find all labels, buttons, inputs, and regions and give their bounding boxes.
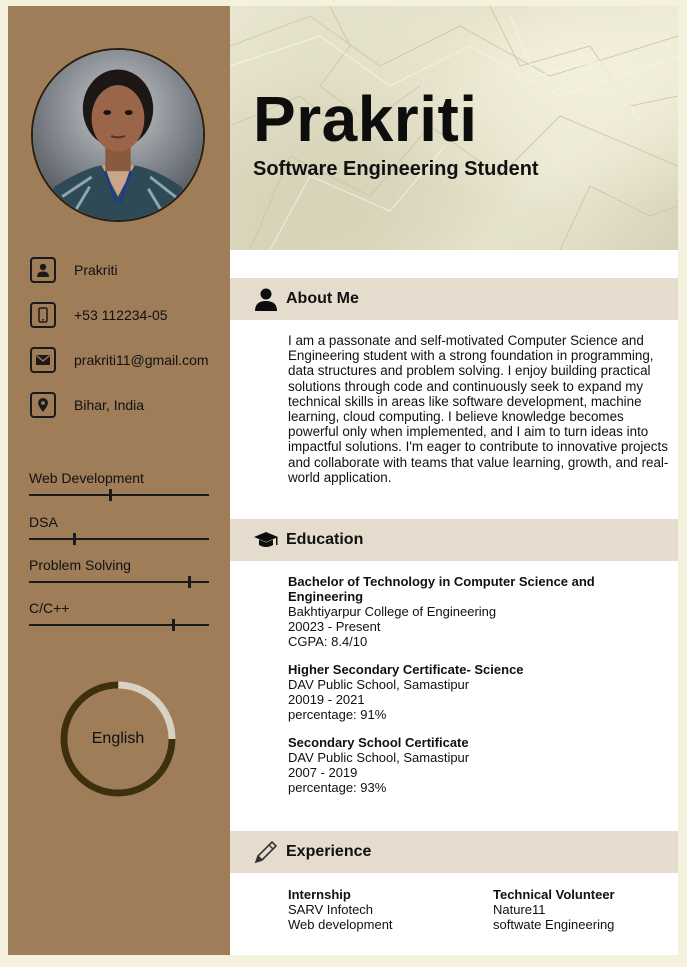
- profile-photo: [31, 48, 205, 222]
- contact-email-row: prakriti11@gmail.com: [30, 347, 226, 373]
- education-degree: Higher Secondary Certificate- Science: [288, 662, 524, 677]
- education-school: DAV Public School, Samastipur: [288, 750, 470, 765]
- skill-track: [29, 538, 209, 540]
- education-score: percentage: 93%: [288, 780, 387, 795]
- contact-phone: +53 112234-05: [74, 307, 168, 323]
- person-icon: [253, 286, 279, 312]
- skill-level-marker: [187, 576, 191, 588]
- about-text: I am a passonate and self-motivated Comp…: [288, 333, 669, 485]
- pencil-icon: [253, 839, 279, 865]
- experience-org: Nature11: [493, 902, 546, 917]
- experience-detail: Web development: [288, 917, 393, 932]
- user-icon: [30, 257, 56, 283]
- phone-icon: [30, 302, 56, 328]
- skill-track: [29, 494, 209, 496]
- skill-c-cpp: C/C++: [29, 600, 209, 631]
- skill-problem-solving: Problem Solving: [29, 557, 209, 588]
- education-years: 20019 - 2021: [288, 692, 365, 707]
- profile-photo-illustration: [33, 50, 203, 220]
- skill-label: Problem Solving: [29, 557, 131, 573]
- contact-location: Bihar, India: [74, 397, 145, 413]
- contact-phone-row: +53 112234-05: [30, 302, 226, 328]
- contact-name-row: Prakriti: [30, 257, 226, 283]
- header-banner: Prakriti Software Engineering Student: [230, 6, 678, 250]
- about-section-header: About Me: [230, 278, 678, 320]
- education-school: Bakhtiyarpur College of Engineering: [288, 604, 497, 619]
- experience-org: SARV Infotech: [288, 902, 374, 917]
- profile-name: Prakriti: [253, 83, 478, 155]
- education-section-header: Education: [230, 519, 678, 561]
- main-content: Prakriti Software Engineering Student Ab…: [230, 6, 678, 955]
- sidebar: Prakriti +53 112234-05 prakriti11@gmail.…: [8, 6, 230, 955]
- skill-label: C/C++: [29, 600, 70, 616]
- education-years: 2007 - 2019: [288, 765, 358, 780]
- profile-role: Software Engineering Student: [253, 158, 539, 180]
- experience-section-title: Experience: [286, 843, 372, 860]
- skill-dsa: DSA: [29, 514, 209, 545]
- graduation-cap-icon: [253, 527, 279, 553]
- skill-track: [29, 624, 209, 626]
- education-degree: Secondary School Certificate: [288, 735, 469, 750]
- experience-entry: Technical Volunteer Nature11 softwate En…: [493, 887, 678, 932]
- skill-level-marker: [72, 533, 76, 545]
- skill-level-marker: [171, 619, 175, 631]
- map-pin-icon: [30, 392, 56, 418]
- education-entry: Bachelor of Technology in Computer Scien…: [288, 574, 628, 649]
- experience-section-header: Experience: [230, 831, 678, 873]
- skill-level-marker: [108, 489, 112, 501]
- experience-title: Internship: [288, 887, 351, 902]
- education-school: DAV Public School, Samastipur: [288, 677, 470, 692]
- skill-label: DSA: [29, 514, 58, 530]
- education-section-title: Education: [286, 531, 364, 548]
- language-ring: English: [58, 679, 178, 799]
- about-section-title: About Me: [286, 290, 359, 307]
- experience-entry: Internship SARV Infotech Web development: [288, 887, 478, 932]
- contact-location-row: Bihar, India: [30, 392, 226, 418]
- experience-detail: softwate Engineering: [493, 917, 615, 932]
- education-entry: Higher Secondary Certificate- Science DA…: [288, 662, 628, 722]
- language-label: English: [91, 730, 145, 747]
- education-degree: Bachelor of Technology in Computer Scien…: [288, 574, 595, 604]
- skill-track: [29, 581, 209, 583]
- skill-web-development: Web Development: [29, 470, 209, 501]
- education-score: CGPA: 8.4/10: [288, 634, 368, 649]
- contact-name: Prakriti: [74, 262, 118, 278]
- experience-title: Technical Volunteer: [493, 887, 615, 902]
- envelope-icon: [30, 347, 56, 373]
- contact-email[interactable]: prakriti11@gmail.com: [74, 352, 209, 368]
- education-entry: Secondary School Certificate DAV Public …: [288, 735, 628, 795]
- education-years: 20023 - Present: [288, 619, 381, 634]
- education-score: percentage: 91%: [288, 707, 387, 722]
- skill-label: Web Development: [29, 470, 144, 486]
